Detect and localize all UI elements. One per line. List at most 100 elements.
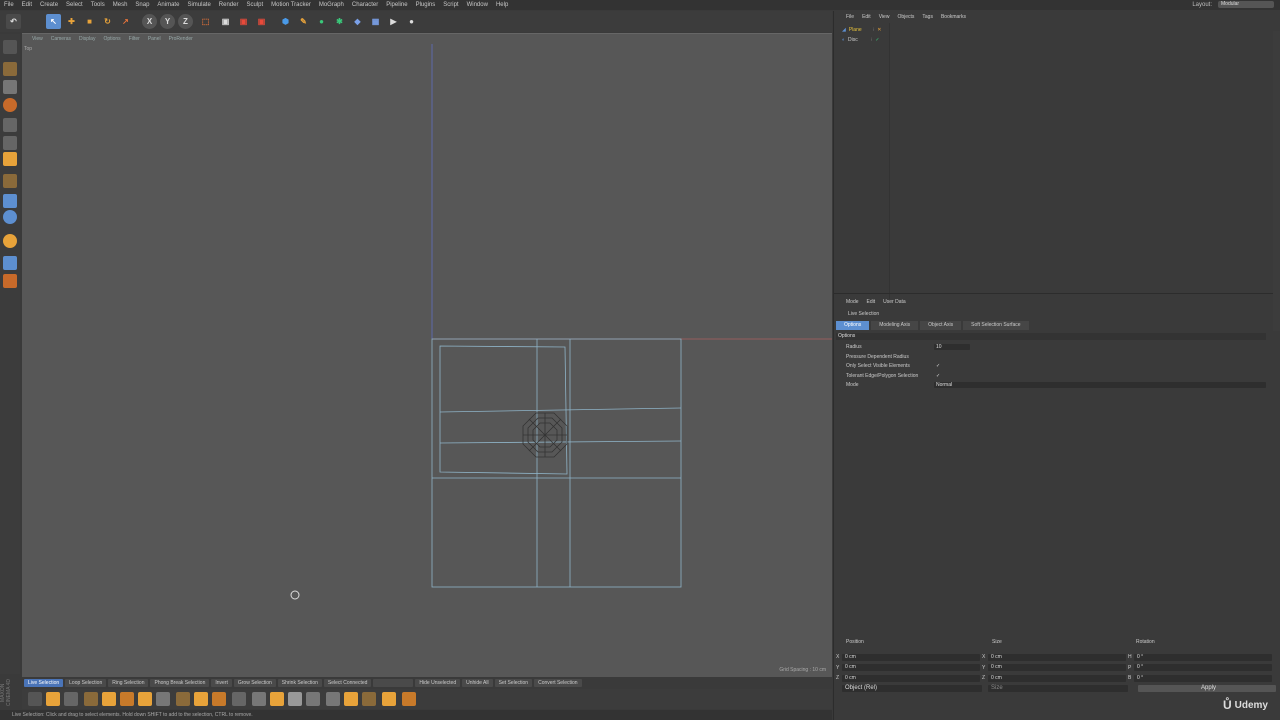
subdivision-icon[interactable]: ● (314, 14, 329, 29)
smooth-shift-icon[interactable] (212, 692, 226, 706)
undo-icon[interactable]: ↶ (6, 14, 21, 29)
collapse-icon[interactable] (362, 692, 376, 706)
menu-create[interactable]: Create (36, 2, 62, 8)
polygon-pen-icon[interactable] (156, 692, 170, 706)
enable-axis-icon[interactable] (3, 174, 17, 188)
lock-workplane-icon[interactable] (3, 256, 17, 270)
visibility-icon[interactable]: ⁝ (873, 27, 875, 33)
slide-icon[interactable] (232, 692, 246, 706)
deformer-icon[interactable]: ◆ (350, 14, 365, 29)
render-view-icon[interactable]: ▣ (218, 14, 233, 29)
menu-window[interactable]: Window (463, 2, 492, 8)
extrude-icon[interactable] (46, 692, 60, 706)
menu-sculpt[interactable]: Sculpt (242, 2, 267, 8)
menu-pipeline[interactable]: Pipeline (382, 2, 411, 8)
selection-unhide-all-button[interactable]: Unhide All (462, 679, 493, 687)
menu-snap[interactable]: Snap (131, 2, 153, 8)
selection-shrink-selection-button[interactable]: Shrink Selection (277, 679, 322, 687)
coord-size-field[interactable]: 0 cm (988, 653, 1126, 661)
pen-icon[interactable]: ✎ (296, 14, 311, 29)
model-mode-icon[interactable] (3, 62, 17, 76)
apply-button[interactable]: Apply (1138, 685, 1276, 692)
split-icon[interactable] (326, 692, 340, 706)
knife-icon[interactable] (84, 692, 98, 706)
menu-select[interactable]: Select (62, 2, 87, 8)
texture-mode-icon[interactable] (3, 80, 17, 94)
menu-edit[interactable]: Edit (18, 2, 36, 8)
coord-pos-field[interactable]: 0 cm (842, 674, 980, 682)
tab-soft-selection-surface[interactable]: Soft Selection Surface (963, 321, 1029, 330)
edges-mode-icon[interactable] (3, 136, 17, 150)
x-axis-button[interactable]: X (142, 14, 157, 29)
triangulate-icon[interactable] (402, 692, 416, 706)
cube-icon[interactable]: ⬢ (278, 14, 293, 29)
property-value[interactable]: 10 (934, 344, 970, 350)
selection-convert-selection-button[interactable]: Convert Selection (534, 679, 582, 687)
menu-mograph[interactable]: MoGraph (315, 2, 348, 8)
tweak-mode-icon[interactable] (3, 194, 17, 208)
visibility-icon[interactable]: ⁝ (871, 37, 873, 43)
menu-tools[interactable]: Tools (87, 2, 109, 8)
points-mode-icon[interactable] (3, 118, 17, 132)
size-mode-dropdown[interactable]: Size (988, 685, 1128, 692)
coord-pos-field[interactable]: 0 cm (842, 653, 980, 661)
rotate-icon[interactable]: ↻ (100, 14, 115, 29)
object-menu-tags[interactable]: Tags (918, 14, 937, 20)
menu-render[interactable]: Render (215, 2, 243, 8)
snap-icon[interactable] (3, 210, 17, 224)
menu-character[interactable]: Character (348, 2, 382, 8)
property-value[interactable]: ✓ (934, 363, 940, 369)
attribute-menu-user-data[interactable]: User Data (879, 299, 910, 305)
mirror-icon[interactable] (288, 692, 302, 706)
move-icon[interactable]: ✚ (64, 14, 79, 29)
object-row-plane[interactable]: ◢ Plane ⁝ ✕ (842, 25, 881, 34)
selection-invert-button[interactable]: Invert (211, 679, 232, 687)
tab-object-axis[interactable]: Object Axis (920, 321, 962, 330)
coord-rot-field[interactable]: 0 ° (1134, 674, 1272, 682)
recent-tool-icon[interactable]: ↗ (118, 14, 133, 29)
make-editable-icon[interactable] (3, 40, 17, 54)
coordinate-mode-dropdown[interactable]: Object (Rel) (842, 685, 982, 692)
menu-file[interactable]: File (0, 2, 18, 8)
tool-icon[interactable] (28, 692, 42, 706)
render-settings-icon[interactable]: ▣ (254, 14, 269, 29)
layout-selector[interactable]: Layout: Modular (1192, 1, 1274, 8)
coord-rot-field[interactable]: 0 ° (1134, 653, 1272, 661)
attribute-menu-edit[interactable]: Edit (863, 299, 880, 305)
magnet-icon[interactable] (194, 692, 208, 706)
selection-hide-unselected-button[interactable]: Hide Unselected (415, 679, 461, 687)
selection-live-selection-button[interactable]: Live Selection (24, 679, 64, 687)
object-menu-edit[interactable]: Edit (858, 14, 875, 20)
align-icon[interactable] (306, 692, 320, 706)
tab-options[interactable]: Options (836, 321, 870, 330)
object-menu-bookmarks[interactable]: Bookmarks (937, 14, 970, 20)
object-menu-file[interactable]: File (842, 14, 858, 20)
live-selection-icon[interactable]: ↖ (46, 14, 61, 29)
render-picture-viewer-icon[interactable]: ▣ (236, 14, 251, 29)
menu-help[interactable]: Help (492, 2, 512, 8)
selection-select-connected-button[interactable]: Select Connected (323, 679, 372, 687)
selection-loop-selection-button[interactable]: Loop Selection (65, 679, 107, 687)
selection-grow-selection-button[interactable]: Grow Selection (233, 679, 276, 687)
selection-set-selection-button[interactable]: Set Selection (494, 679, 533, 687)
menu-simulate[interactable]: Simulate (183, 2, 214, 8)
property-value[interactable]: ✓ (934, 373, 940, 379)
selection-phong-break-selection-button[interactable]: Phong Break Selection (150, 679, 210, 687)
dissolve-icon[interactable] (344, 692, 358, 706)
object-row-disc[interactable]: ◐ Disc ⁝ ✓ (842, 35, 880, 44)
tab-modeling-axis[interactable]: Modeling Axis (871, 321, 919, 330)
workplane-mode-icon[interactable] (3, 98, 17, 112)
coordinate-system-icon[interactable]: ⬚ (198, 14, 213, 29)
light-icon[interactable]: ● (404, 14, 419, 29)
floor-icon[interactable]: ▦ (368, 14, 383, 29)
workplane-icon[interactable] (3, 234, 17, 248)
menu-motion-tracker[interactable]: Motion Tracker (267, 2, 315, 8)
bridge-icon[interactable] (102, 692, 116, 706)
subdivide-icon[interactable] (382, 692, 396, 706)
y-axis-button[interactable]: Y (160, 14, 175, 29)
extrude-inner-icon[interactable] (120, 692, 134, 706)
coord-size-field[interactable]: 0 cm (988, 664, 1126, 671)
weld-icon[interactable] (252, 692, 266, 706)
selection-blank-button[interactable] (373, 679, 414, 687)
check-icon[interactable]: ✓ (875, 37, 879, 43)
